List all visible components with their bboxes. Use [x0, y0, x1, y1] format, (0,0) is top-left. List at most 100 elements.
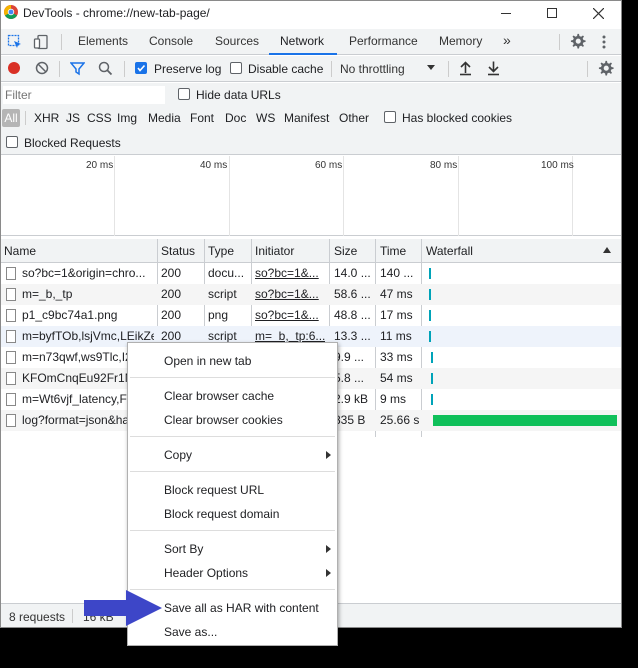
menu-item-block-request-domain[interactable]: Block request domain: [128, 502, 337, 526]
submenu-arrow-icon: [326, 451, 331, 459]
has-blocked-cookies-checkbox[interactable]: [384, 111, 396, 123]
table-row[interactable]: so?bc=1&origin=chro... 200 docu... so?bc=1&…: [1, 263, 621, 284]
export-har-icon[interactable]: [487, 60, 500, 76]
tick-label: 60 ms: [315, 160, 343, 171]
table-row[interactable]: m=_b,_tp 200 script so?bc=1&... 58.6 ... 47 m…: [1, 284, 621, 305]
column-header-waterfall[interactable]: Waterfall: [426, 244, 473, 258]
sort-ascending-icon: [603, 247, 611, 253]
tab-sources[interactable]: Sources: [215, 34, 259, 48]
cell-status: 200: [161, 329, 182, 343]
cell-time: 33 ms: [380, 350, 413, 364]
type-filter-media[interactable]: Media: [148, 111, 181, 125]
type-filter-css[interactable]: CSS: [87, 111, 112, 125]
tab-performance[interactable]: Performance: [349, 34, 418, 48]
menu-item-label: Copy: [164, 448, 193, 462]
cell-status: 200: [161, 308, 182, 322]
cell-time: 11 ms: [380, 329, 412, 343]
cell-type: png: [208, 308, 229, 322]
type-filter-img[interactable]: Img: [117, 111, 137, 125]
inspect-element-icon[interactable]: [7, 34, 23, 50]
column-header-size[interactable]: Size: [334, 244, 357, 258]
close-icon: [592, 7, 604, 19]
column-header-type[interactable]: Type: [208, 244, 234, 258]
waterfall-bar: [430, 352, 433, 363]
request-count: 8 requests: [9, 610, 66, 624]
type-filter-other[interactable]: Other: [339, 111, 369, 125]
timeline-overview[interactable]: 20 ms 40 ms 60 ms 80 ms 100 ms: [1, 156, 621, 236]
menu-separator: [130, 530, 335, 531]
hide-data-urls-checkbox[interactable]: [178, 88, 190, 100]
cell-initiator[interactable]: so?bc=1&...: [255, 308, 325, 322]
menu-item-sort-by[interactable]: Sort By: [128, 537, 337, 561]
pointer-arrow-icon: [84, 590, 162, 626]
cell-size: 2.9 kB: [334, 392, 369, 406]
filter-funnel-icon[interactable]: [70, 61, 85, 76]
menu-item-label: Header Options: [164, 566, 249, 580]
waterfall-bar: [428, 289, 431, 300]
search-icon[interactable]: [98, 61, 113, 76]
minimize-button[interactable]: [483, 1, 529, 25]
file-icon: [6, 351, 16, 364]
cell-type: script: [208, 329, 237, 343]
record-icon[interactable]: [7, 61, 21, 75]
type-filter-doc[interactable]: Doc: [225, 111, 246, 125]
waterfall-bar: [430, 373, 433, 384]
menu-item-open-in-new-tab[interactable]: Open in new tab: [128, 349, 337, 373]
menu-item-label: Clear browser cache: [164, 389, 275, 403]
cell-name: so?bc=1&origin=chro...: [22, 266, 146, 280]
menu-item-header-options[interactable]: Header Options: [128, 561, 337, 585]
tab-memory[interactable]: Memory: [439, 34, 482, 48]
tab-elements[interactable]: Elements: [78, 34, 128, 48]
type-filter-manifest[interactable]: Manifest: [284, 111, 329, 125]
menu-item-label: Save all as HAR with content: [164, 601, 319, 615]
divider: [59, 61, 60, 77]
import-har-icon[interactable]: [459, 60, 472, 76]
column-header-time[interactable]: Time: [380, 244, 406, 258]
throttling-select[interactable]: No throttling: [340, 62, 405, 76]
file-icon: [6, 267, 16, 280]
menu-separator: [130, 377, 335, 378]
cell-time: 9 ms: [380, 392, 407, 406]
more-options-icon[interactable]: [601, 34, 607, 50]
menu-item-copy[interactable]: Copy: [128, 443, 337, 467]
menu-item-clear-browser-cookies[interactable]: Clear browser cookies: [128, 408, 337, 432]
type-filter-all[interactable]: All: [2, 109, 20, 127]
table-row[interactable]: p1_c9bc74a1.png 200 png so?bc=1&... 48.8 ...…: [1, 305, 621, 326]
preserve-log-checkbox[interactable]: [135, 62, 147, 74]
cell-initiator[interactable]: m=_b,_tp:6...: [255, 329, 325, 343]
cell-size: 14.0 ...: [334, 266, 371, 280]
maximize-button[interactable]: [529, 1, 575, 25]
type-filter-font[interactable]: Font: [190, 111, 214, 125]
blocked-requests-label: Blocked Requests: [24, 136, 121, 150]
tab-network[interactable]: Network: [280, 34, 324, 48]
type-filter-js[interactable]: JS: [66, 111, 80, 125]
column-header-status[interactable]: Status: [161, 244, 195, 258]
menu-item-label: Sort By: [164, 542, 204, 556]
filter-input[interactable]: [3, 86, 165, 104]
file-icon: [6, 414, 16, 427]
more-tabs-icon[interactable]: »: [503, 32, 511, 48]
disable-cache-checkbox[interactable]: [230, 62, 242, 74]
tab-console[interactable]: Console: [149, 34, 193, 48]
divider: [559, 34, 560, 50]
cell-initiator[interactable]: so?bc=1&...: [255, 287, 325, 301]
close-window-button[interactable]: [575, 1, 621, 25]
tick-label: 40 ms: [200, 160, 228, 171]
blocked-requests-checkbox[interactable]: [6, 136, 18, 148]
cell-size: 835 B: [334, 413, 366, 427]
type-filter-ws[interactable]: WS: [256, 111, 275, 125]
clear-icon[interactable]: [35, 61, 49, 75]
column-header-initiator[interactable]: Initiator: [255, 244, 294, 258]
disable-cache-label: Disable cache: [248, 62, 324, 76]
network-settings-gear-icon[interactable]: [597, 60, 614, 77]
settings-gear-icon[interactable]: [569, 33, 586, 50]
cell-time: 140 ...: [380, 266, 414, 280]
menu-item-block-request-url[interactable]: Block request URL: [128, 478, 337, 502]
divider: [448, 61, 449, 77]
title-bar: DevTools - chrome://new-tab-page/: [1, 1, 621, 25]
cell-initiator[interactable]: so?bc=1&...: [255, 266, 325, 280]
device-toolbar-icon[interactable]: [33, 34, 49, 50]
type-filter-xhr[interactable]: XHR: [34, 111, 59, 125]
column-header-name[interactable]: Name: [4, 244, 36, 258]
menu-item-clear-browser-cache[interactable]: Clear browser cache: [128, 384, 337, 408]
